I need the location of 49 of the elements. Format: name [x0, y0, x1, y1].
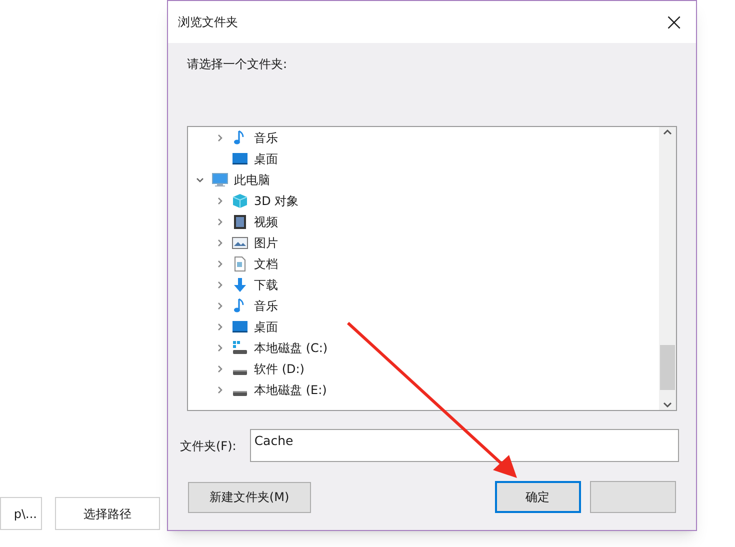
scroll-down-icon[interactable] — [663, 402, 672, 408]
tree-item[interactable]: 视频 — [188, 211, 659, 232]
scroll-thumb[interactable] — [660, 345, 675, 390]
film-icon — [232, 214, 248, 230]
chevron-down-icon[interactable] — [196, 176, 204, 184]
drive-icon — [232, 340, 248, 356]
chevron-right-icon[interactable] — [216, 280, 224, 288]
folder-label: 文件夹(F): — [180, 438, 236, 454]
tree-item[interactable]: 3D 对象 — [188, 190, 659, 211]
chevron-right-icon[interactable] — [216, 364, 224, 372]
window-title: 浏览文件夹 — [178, 14, 238, 31]
picture-icon — [232, 234, 248, 250]
path-field[interactable]: p\... — [0, 497, 42, 530]
choose-path-button[interactable]: 选择路径 — [55, 497, 160, 530]
scrollbar[interactable] — [659, 127, 676, 410]
new-folder-button[interactable]: 新建文件夹(M) — [188, 482, 311, 512]
drive-icon — [233, 390, 247, 396]
tree-item[interactable]: 桌面 — [188, 316, 659, 337]
computer-icon — [212, 172, 228, 188]
prompt-text: 请选择一个文件夹: — [187, 56, 288, 73]
tree-item[interactable]: 音乐 — [188, 295, 659, 316]
tree-item[interactable]: 此电脑 — [188, 169, 659, 190]
tree-item[interactable]: 本地磁盘 (E:) — [188, 379, 659, 400]
down-arrow-icon — [232, 276, 248, 292]
tree-item[interactable]: 软件 (D:) — [188, 358, 659, 379]
tree-item[interactable]: 本地磁盘 (C:) — [188, 337, 659, 358]
chevron-right-icon[interactable] — [216, 322, 224, 330]
chevron-right-icon[interactable] — [216, 238, 224, 246]
tree-item[interactable]: 文档 — [188, 253, 659, 274]
desktop-icon — [232, 318, 248, 334]
chevron-right-icon[interactable] — [216, 386, 224, 394]
folder-input-field[interactable]: Cache — [250, 429, 680, 462]
tree-item[interactable]: 图片 — [188, 232, 659, 253]
drive-icon — [233, 370, 247, 374]
chevron-right-icon[interactable] — [216, 196, 224, 204]
document-icon — [232, 256, 248, 272]
tree-item[interactable]: 桌面 — [188, 148, 659, 169]
close-button[interactable]: × — [662, 9, 686, 35]
chevron-right-icon[interactable] — [216, 260, 224, 268]
chevron-right-icon[interactable] — [216, 134, 224, 142]
tree-item[interactable]: 下载 — [188, 274, 659, 295]
cube-icon — [232, 192, 248, 208]
tree-item[interactable]: 音乐 — [188, 127, 659, 148]
chevron-right-icon[interactable] — [216, 302, 224, 310]
desktop-icon — [232, 150, 248, 166]
scroll-up-icon[interactable] — [663, 129, 672, 135]
chevron-right-icon[interactable] — [216, 344, 224, 352]
ok-button[interactable]: 确定 — [494, 481, 581, 513]
chevron-right-icon[interactable] — [216, 218, 224, 226]
